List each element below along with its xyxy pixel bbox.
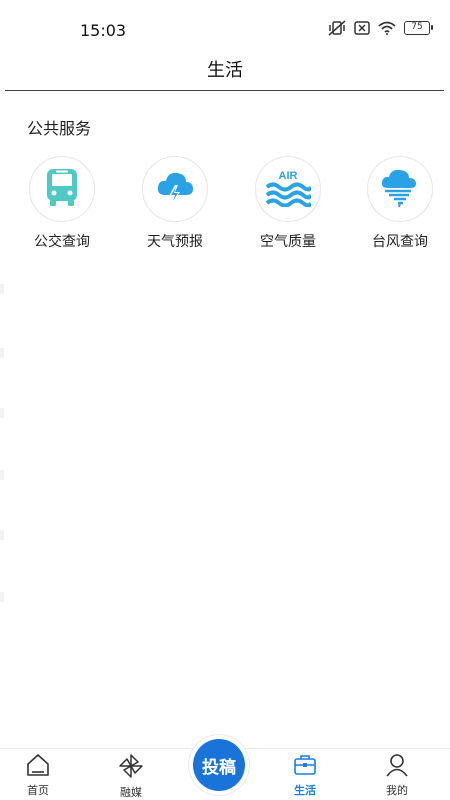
service-label: 公交查询	[34, 234, 90, 250]
nav-label: 首页	[27, 784, 49, 797]
typhoon-icon	[379, 166, 421, 212]
nav-item-mine[interactable]: 我的	[362, 753, 432, 798]
pinwheel-icon	[118, 754, 144, 783]
service-icon-circle: AIR	[255, 156, 321, 222]
nav-label: 融媒	[120, 786, 142, 799]
no-sim-icon	[354, 21, 370, 35]
wifi-icon	[378, 21, 396, 35]
user-icon	[385, 754, 409, 781]
submit-button[interactable]: 投稿	[189, 735, 249, 795]
edge-mark	[0, 348, 4, 358]
service-icon-circle	[367, 156, 433, 222]
home-icon	[26, 754, 50, 781]
edge-mark	[0, 592, 4, 602]
nav-item-life[interactable]: 生活	[270, 753, 340, 798]
service-icon-circle	[29, 156, 95, 222]
edge-mark	[0, 470, 4, 480]
nav-label: 我的	[386, 784, 408, 797]
service-icon-circle	[142, 156, 208, 222]
service-weather-forecast[interactable]: 天气预报	[125, 156, 225, 251]
service-typhoon-query[interactable]: 台风查询	[350, 156, 450, 251]
briefcase-icon	[293, 755, 317, 781]
edge-mark	[0, 284, 4, 294]
battery-icon: 75	[404, 21, 433, 35]
nav-label: 生活	[294, 784, 316, 797]
edge-mark	[0, 408, 4, 418]
public-services-grid: 公交查询 天气预报 AIR 空气质量 台风查询	[0, 156, 450, 256]
bus-icon	[44, 167, 80, 211]
service-label: 台风查询	[372, 234, 428, 250]
mute-vibrate-icon	[328, 20, 346, 36]
submit-button-label: 投稿	[193, 739, 245, 791]
service-air-quality[interactable]: AIR 空气质量	[238, 156, 338, 251]
service-label: 天气预报	[147, 234, 203, 250]
header-divider	[5, 90, 444, 91]
section-title: 公共服务	[27, 119, 92, 138]
service-bus-query[interactable]: 公交查询	[12, 156, 112, 251]
nav-item-media[interactable]: 融媒	[96, 753, 166, 800]
edge-mark	[0, 530, 4, 540]
storm-cloud-icon	[155, 167, 195, 211]
air-icon-text: AIR	[279, 170, 298, 182]
page-title: 生活	[207, 60, 243, 81]
air-quality-icon: AIR	[265, 167, 313, 211]
status-icons: 75	[328, 20, 433, 36]
status-bar: 15:03 75	[0, 0, 450, 56]
status-time: 15:03	[80, 21, 127, 40]
service-label: 空气质量	[260, 234, 316, 250]
nav-item-home[interactable]: 首页	[3, 753, 73, 798]
